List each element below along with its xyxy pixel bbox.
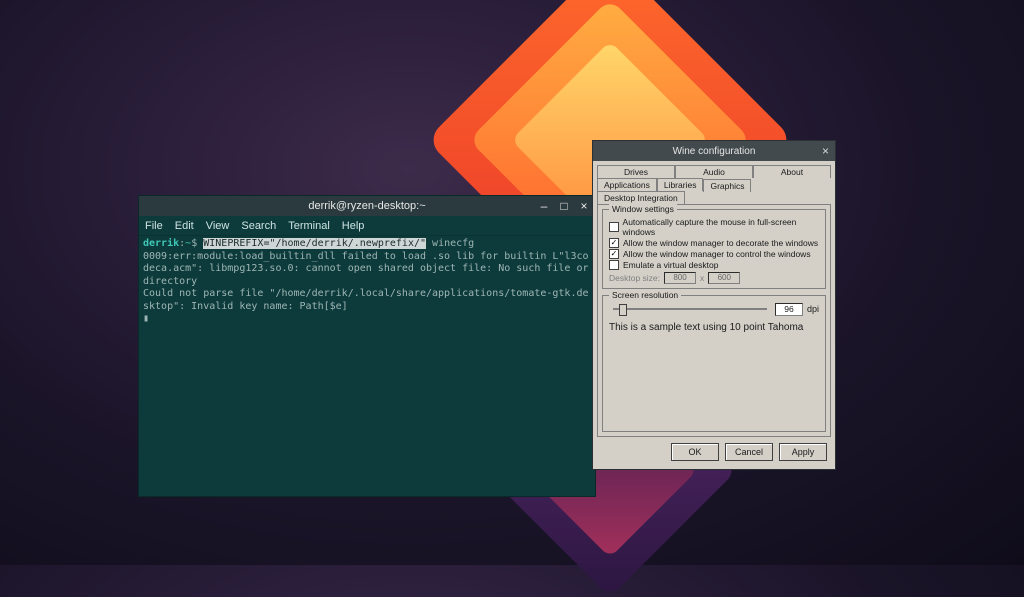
checkbox-control[interactable]: [609, 249, 619, 259]
minimize-button[interactable]: –: [537, 200, 551, 212]
desktop-width-input: 800: [664, 272, 696, 284]
label-auto-capture: Automatically capture the mouse in full-…: [623, 217, 819, 237]
term-line-0: 0009:err:module:load_builtin_dll failed …: [143, 251, 595, 287]
desktop-size-label: Desktop size:: [609, 273, 660, 283]
label-control: Allow the window manager to control the …: [623, 249, 811, 259]
close-button[interactable]: ×: [577, 200, 591, 212]
apply-button[interactable]: Apply: [779, 443, 827, 461]
wine-config-dialog: Wine configuration × Drives Audio About …: [592, 140, 836, 470]
menu-edit[interactable]: Edit: [175, 220, 194, 232]
checkbox-decorate[interactable]: [609, 238, 619, 248]
terminal-title: derrik@ryzen-desktop:~: [308, 200, 425, 212]
terminal-window: derrik@ryzen-desktop:~ – □ × File Edit V…: [138, 195, 596, 497]
terminal-menubar: File Edit View Search Terminal Help: [139, 216, 595, 236]
checkbox-auto-capture[interactable]: [609, 222, 619, 232]
sample-text: This is a sample text using 10 point Tah…: [609, 322, 819, 333]
tabs-row-1: Drives Audio About: [597, 165, 831, 178]
group-screen-resolution: Screen resolution 96 dpi This is a sampl…: [602, 295, 826, 432]
term-line-1: Could not parse file "/home/derrik/.loca…: [143, 288, 589, 312]
tab-graphics[interactable]: Graphics: [703, 179, 751, 192]
menu-file[interactable]: File: [145, 220, 163, 232]
desktop-height-input: 600: [708, 272, 740, 284]
dpi-slider[interactable]: [613, 302, 767, 316]
checkbox-virtual-desktop[interactable]: [609, 260, 619, 270]
prompt-user: derrik: [143, 238, 179, 249]
terminal-body[interactable]: derrik:~$ WINEPREFIX="/home/derrik/.newp…: [139, 236, 595, 496]
wine-title: Wine configuration: [673, 146, 756, 157]
group-window-legend: Window settings: [609, 204, 677, 214]
label-virtual-desktop: Emulate a virtual desktop: [623, 260, 718, 270]
terminal-titlebar[interactable]: derrik@ryzen-desktop:~ – □ ×: [139, 196, 595, 216]
menu-help[interactable]: Help: [342, 220, 365, 232]
prompt-end: $: [191, 238, 197, 249]
slider-thumb-icon[interactable]: [619, 304, 627, 316]
group-window-settings: Window settings Automatically capture th…: [602, 209, 826, 289]
tabs-row-2: Applications Libraries Graphics Desktop …: [597, 178, 831, 204]
desktop-x: x: [700, 273, 704, 283]
menu-view[interactable]: View: [206, 220, 230, 232]
cursor-icon: ▮: [143, 313, 149, 324]
cmd-prefix: WINEPREFIX="/home/derrik/.newprefix/": [203, 238, 426, 249]
menu-terminal[interactable]: Terminal: [288, 220, 330, 232]
menu-search[interactable]: Search: [241, 220, 276, 232]
tab-desktop-integration[interactable]: Desktop Integration: [597, 191, 685, 204]
maximize-button[interactable]: □: [557, 200, 571, 212]
ok-button[interactable]: OK: [671, 443, 719, 461]
tab-audio[interactable]: Audio: [675, 165, 753, 178]
close-icon[interactable]: ×: [822, 144, 829, 158]
tab-drives[interactable]: Drives: [597, 165, 675, 178]
tab-applications[interactable]: Applications: [597, 178, 657, 191]
cmd: winecfg: [432, 238, 474, 249]
label-decorate: Allow the window manager to decorate the…: [623, 238, 818, 248]
dpi-value-input[interactable]: 96: [775, 303, 803, 316]
wine-titlebar[interactable]: Wine configuration ×: [593, 141, 835, 161]
cancel-button[interactable]: Cancel: [725, 443, 773, 461]
group-res-legend: Screen resolution: [609, 290, 681, 300]
tab-about[interactable]: About: [753, 165, 831, 178]
dpi-label: dpi: [807, 304, 819, 314]
tab-panel-graphics: Window settings Automatically capture th…: [597, 204, 831, 437]
tab-libraries[interactable]: Libraries: [657, 178, 704, 191]
